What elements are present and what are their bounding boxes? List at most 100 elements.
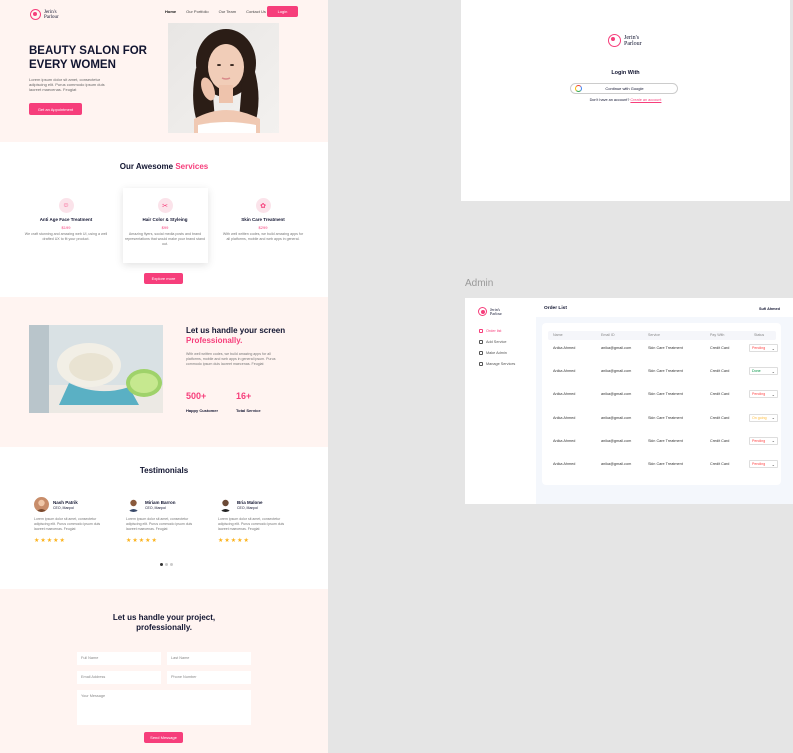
admin-brand-logo[interactable]: Jerin's Parlour: [478, 307, 502, 316]
handle-title: Let us handle your screen Professionally…: [186, 326, 296, 346]
table-cell: Anika Ahmed: [553, 369, 576, 374]
page-title: Order List: [544, 306, 567, 311]
brand-line1: Jerin's: [624, 34, 640, 41]
top-nav: Home Our Portfolio Our Team Contact Us: [165, 9, 266, 14]
testimonial-name: Nash Patrik: [53, 500, 78, 505]
sidebar-item-label: Order list: [486, 329, 502, 333]
status-dropdown[interactable]: Pending ⌄: [749, 436, 778, 445]
table-cell: Credit Card: [710, 462, 730, 466]
login-title: Login With: [611, 70, 640, 76]
appointment-button[interactable]: Get an Appointment: [29, 103, 82, 115]
table-cell: Credit Card: [710, 346, 730, 350]
full-name-field[interactable]: Full Name: [77, 652, 161, 665]
services-title-a: Our Awesome: [119, 162, 174, 171]
service-name: Skin Care Treatment: [241, 217, 285, 222]
nav-contact[interactable]: Contact Us: [246, 9, 266, 14]
testimonial-name: Bria Malone: [237, 500, 263, 505]
status-label: Pending: [752, 346, 766, 350]
table-header: [548, 331, 776, 340]
testimonials-title: Testimonials: [139, 466, 189, 475]
column-header: Service: [648, 333, 660, 337]
create-account-link[interactable]: Create an account: [630, 98, 661, 102]
facial-treatment-image: [29, 325, 163, 413]
brand-line2: Parlour: [624, 40, 642, 47]
plus-icon: [479, 340, 483, 344]
explore-more-button[interactable]: Explore more: [144, 273, 183, 284]
table-cell: Credit Card: [710, 438, 730, 443]
chevron-down-icon: ⌄: [771, 368, 775, 374]
status-dropdown[interactable]: Done ⌄: [749, 367, 778, 376]
status-dropdown[interactable]: Pending ⌄: [749, 460, 778, 468]
testimonial-text: Lorem ipsum dolor sit amet, consectetur …: [218, 517, 285, 531]
rating-stars-icon: ★★★★★: [34, 538, 66, 544]
table-cell: anika@gmail.com: [601, 369, 632, 374]
sidebar-item-label: Manage Services: [486, 362, 516, 366]
message-field[interactable]: Your Message: [77, 690, 251, 725]
nav-portfolio[interactable]: Our Portfolio: [186, 9, 208, 14]
table-cell: anika@gmail.com: [601, 415, 632, 420]
stat-label: Total Service: [236, 408, 261, 413]
testimonial-role: CEO, Manpol: [237, 506, 259, 510]
send-message-button[interactable]: Send Message: [144, 732, 183, 743]
sidebar-item-order-list[interactable]: Order list: [479, 329, 501, 333]
stat-label: Happy Customer: [186, 408, 219, 413]
brand-line1: Jerin's: [44, 9, 57, 15]
avatar: [126, 497, 141, 512]
login-button[interactable]: Login: [267, 6, 298, 17]
table-cell: Anika Ahmed: [553, 346, 576, 350]
hero-title: BEAUTY SALON FOR EVERY WOMEN: [29, 45, 147, 71]
email-field[interactable]: Email Address: [77, 671, 161, 684]
table-cell: anika@gmail.com: [601, 462, 632, 466]
last-name-field[interactable]: Last Name: [167, 652, 251, 665]
carousel-dot[interactable]: [170, 563, 173, 566]
services-title: Our Awesome Services: [0, 162, 328, 171]
nav-home[interactable]: Home: [165, 9, 176, 14]
service-name: Hair Color & Styleing: [142, 217, 188, 222]
google-login-button[interactable]: Continue with Google: [570, 83, 678, 94]
chevron-down-icon: ⌄: [771, 415, 775, 421]
avatar: [218, 497, 233, 512]
brand-logo[interactable]: Jerin's Parlour: [30, 9, 59, 20]
table-cell: Credit Card: [710, 392, 730, 397]
status-label: On going: [752, 415, 767, 420]
service-item[interactable]: ✿ Skin Care Treatment $299 With well wri…: [221, 198, 305, 242]
user-name[interactable]: Sufi Ahmed: [759, 307, 780, 311]
nav-team[interactable]: Our Team: [219, 9, 237, 14]
google-icon: [575, 85, 582, 92]
chevron-down-icon: ⌄: [771, 391, 775, 397]
chevron-down-icon: ⌄: [771, 345, 775, 351]
service-item[interactable]: ☺ Anti Age Face Treatment $199 We craft …: [24, 198, 108, 242]
sidebar-item-manage-services[interactable]: Manage Services: [479, 362, 515, 366]
table-cell: Skin Care Treatment: [648, 462, 683, 466]
brand-text: Jerin's Parlour: [44, 10, 59, 20]
admin-section-label: Admin: [465, 278, 494, 289]
service-item[interactable]: ✂ Hair Color & Styleing $99 Amazing flye…: [123, 198, 207, 247]
status-dropdown[interactable]: On going ⌄: [749, 413, 778, 422]
admin-brand-text: Jerin's Parlour: [490, 307, 502, 316]
user-plus-icon: [479, 351, 483, 355]
service-desc: Amazing flyers, social media posts and b…: [125, 232, 205, 246]
status-dropdown[interactable]: Pending ⌄: [749, 390, 778, 399]
carousel-dot[interactable]: [160, 563, 163, 566]
skin-care-icon: ✿: [255, 198, 271, 213]
service-desc: We craft stunning and amazing web UI, us…: [24, 232, 108, 241]
table-cell: Anika Ahmed: [553, 392, 576, 397]
chevron-down-icon: ⌄: [771, 461, 775, 467]
service-price: $299: [258, 225, 268, 230]
face-treatment-icon: ☺: [58, 198, 74, 213]
brand-line2: Parlour: [44, 14, 59, 20]
sidebar-item-make-admin[interactable]: Make Admin: [479, 351, 507, 355]
google-button-label: Continue with Google: [605, 86, 644, 91]
sidebar-item-add-service[interactable]: Add Service: [479, 340, 506, 344]
handle-text: With well written codes, we build amazin…: [186, 352, 276, 366]
logo-icon: [608, 34, 621, 47]
table-cell: anika@gmail.com: [601, 346, 632, 350]
hero-text: Lorem ipsum dolor sit amet, consectetur …: [29, 77, 105, 92]
phone-field[interactable]: Phone Number: [167, 671, 251, 684]
carousel-dots[interactable]: [160, 563, 173, 566]
service-price: $199: [61, 225, 71, 230]
testimonial-role: CEO, Manpol: [53, 506, 75, 510]
facial-illustration: [29, 325, 163, 413]
carousel-dot[interactable]: [165, 563, 168, 566]
status-dropdown[interactable]: Pending ⌄: [749, 344, 778, 352]
